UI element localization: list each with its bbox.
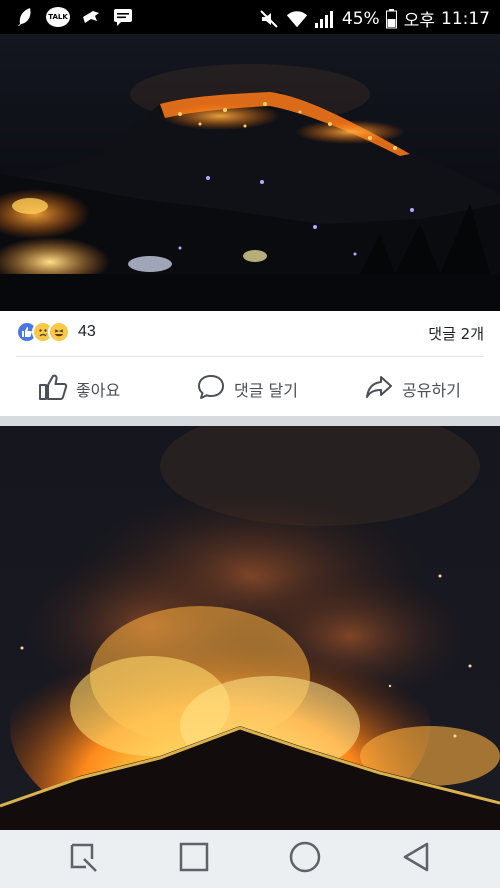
- feed-separator: [0, 416, 500, 426]
- like-button[interactable]: 좋아요: [38, 369, 120, 409]
- post-photo-2[interactable]: [0, 426, 500, 830]
- battery-percent: 45%: [341, 8, 380, 29]
- divider: [16, 356, 484, 357]
- home-square-icon: [178, 841, 210, 877]
- clock-time: 11:17: [441, 8, 490, 29]
- share-label: 공유하기: [402, 381, 461, 400]
- comment-button[interactable]: 댓글 달기: [196, 369, 298, 409]
- system-nav-bar: [0, 830, 500, 888]
- home-button[interactable]: [176, 841, 212, 877]
- comment-bubble-icon: [196, 373, 226, 405]
- status-bar: TALK 45% 오후 11:17: [0, 0, 500, 34]
- clock-ampm: 오후: [403, 11, 435, 31]
- kakaotalk-icon: TALK: [46, 7, 70, 27]
- recent-apps-button[interactable]: [66, 841, 102, 877]
- post-photo-1[interactable]: [0, 34, 500, 311]
- share-button[interactable]: 공유하기: [364, 369, 461, 409]
- post-actions: 좋아요 댓글 달기 공유하기: [0, 369, 500, 409]
- circle-icon: [288, 840, 322, 878]
- feather-icon: [14, 6, 36, 28]
- thumbs-up-icon: [38, 373, 68, 405]
- comment-count-link[interactable]: 댓글 2개: [428, 323, 484, 344]
- mute-icon: [258, 8, 280, 30]
- bird-icon: [80, 6, 102, 28]
- message-icon: [112, 6, 134, 28]
- circle-button[interactable]: [287, 841, 323, 877]
- back-button[interactable]: [398, 841, 434, 877]
- recent-apps-icon: [68, 841, 100, 877]
- post-card: 43 댓글 2개 좋아요 댓글 달기 공유하기: [0, 311, 500, 416]
- back-triangle-icon: [400, 841, 432, 877]
- reaction-summary[interactable]: 43: [16, 321, 96, 343]
- haha-reaction-icon: [48, 321, 70, 343]
- reaction-count: 43: [78, 323, 96, 340]
- wifi-icon: [286, 8, 308, 30]
- like-label: 좋아요: [76, 381, 121, 400]
- share-arrow-icon: [364, 373, 394, 405]
- signal-icon: [314, 8, 336, 30]
- comment-label: 댓글 달기: [234, 381, 298, 400]
- battery-icon: [386, 8, 398, 30]
